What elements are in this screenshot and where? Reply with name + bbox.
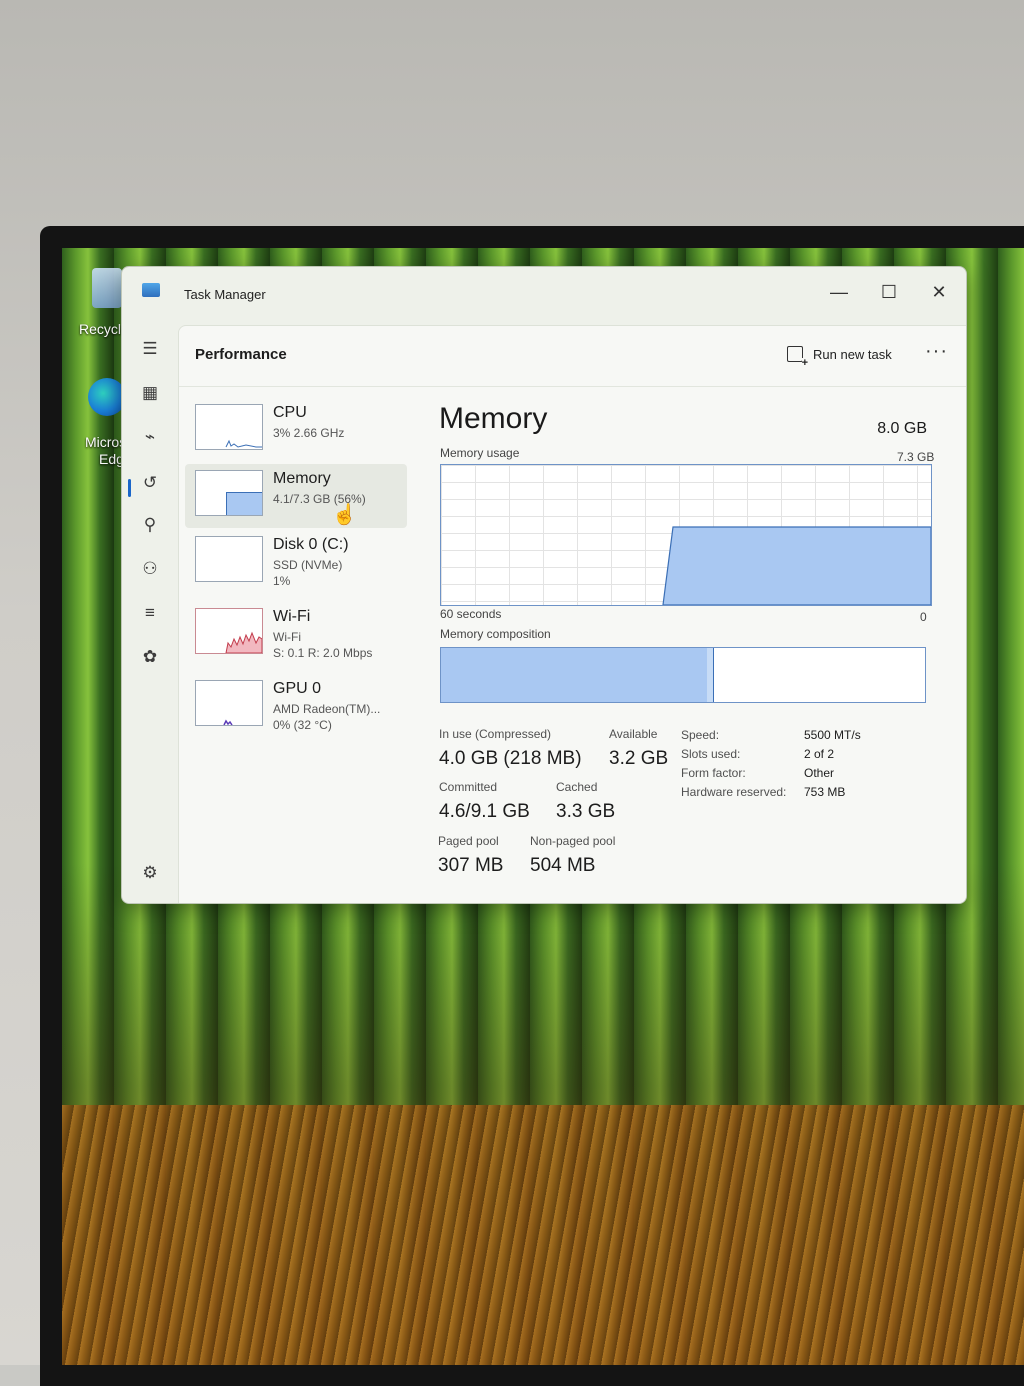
spec-value: 5500 MT/s [804, 728, 861, 742]
cached-label: Cached [556, 780, 598, 794]
header-divider [179, 386, 966, 387]
window-title: Task Manager [184, 287, 266, 302]
paged-pool-label: Paged pool [438, 834, 499, 848]
resource-name: Memory [273, 470, 331, 487]
cpu-sparkline [225, 439, 262, 448]
memory-usage-area [662, 526, 931, 605]
non-paged-pool-label: Non-paged pool [530, 834, 616, 848]
nav-rail: ☰ ▦ ⌁ ↺ ⚲ ⚇ ≡ ✿ ⚙ [122, 319, 178, 903]
memory-thumbnail-graph [195, 470, 263, 516]
spec-value: Other [804, 766, 835, 780]
resource-name: GPU 0 [273, 680, 322, 697]
composition-in-use-fill [441, 648, 708, 702]
committed-value: 4.6/9.1 GB [439, 801, 530, 822]
more-options-button[interactable]: ··· [925, 340, 948, 363]
users-icon[interactable]: ⚇ [136, 555, 164, 583]
nav-active-indicator [128, 479, 131, 497]
resource-wifi[interactable]: Wi-Fi Wi-Fi S: 0.1 R: 2.0 Mbps [185, 602, 407, 666]
memory-composition-bar [440, 647, 926, 703]
memory-usage-label: Memory usage [440, 446, 520, 460]
title-bar[interactable]: Task Manager — ☐ ✕ [122, 267, 966, 319]
cached-value: 3.3 GB [556, 801, 616, 822]
gpu-sparkline [223, 719, 233, 725]
resource-name: Disk 0 (C:) [273, 536, 349, 553]
wallpaper-grass [62, 1105, 1024, 1365]
available-value: 3.2 GB [609, 748, 669, 769]
settings-icon[interactable]: ⚙ [136, 859, 164, 887]
resource-cpu[interactable]: CPU 3% 2.66 GHz [185, 398, 407, 462]
memory-usage-max: 7.3 GB [897, 450, 935, 464]
task-manager-window: Task Manager — ☐ ✕ ☰ ▦ ⌁ ↺ ⚲ ⚇ ≡ ✿ ⚙ Per… [121, 266, 967, 904]
minimize-button[interactable]: — [822, 279, 856, 305]
wifi-sparkline [225, 631, 262, 653]
run-new-task-label: Run new task [813, 347, 892, 362]
maximize-button[interactable]: ☐ [872, 279, 906, 305]
paged-pool-value: 307 MB [438, 855, 504, 876]
resource-name: CPU [273, 404, 307, 421]
spec-label: Speed: [681, 728, 720, 742]
time-axis-end: 0 [920, 610, 927, 624]
committed-label: Committed [439, 780, 498, 794]
spec-value: 2 of 2 [804, 747, 835, 761]
run-task-icon [787, 346, 808, 368]
gpu-thumbnail-graph [195, 680, 263, 726]
page-title: Performance [195, 346, 287, 363]
memory-composition-label: Memory composition [440, 627, 551, 641]
performance-pane: Performance Run new task ··· CPU 3% 2.66… [178, 325, 966, 903]
resource-detail: AMD Radeon(TM)... [273, 702, 381, 716]
processes-icon[interactable]: ▦ [136, 379, 164, 407]
memory-total: 8.0 GB [877, 420, 927, 437]
disk-thumbnail-graph [195, 536, 263, 582]
details-icon[interactable]: ≡ [136, 599, 164, 627]
available-label: Available [609, 727, 658, 741]
resource-detail: SSD (NVMe) [273, 558, 343, 572]
resource-name: Wi-Fi [273, 608, 311, 625]
memory-thumbnail-fill [226, 492, 262, 515]
resource-disk[interactable]: Disk 0 (C:) SSD (NVMe) 1% [185, 530, 407, 594]
spec-label: Hardware reserved: [681, 785, 787, 799]
resource-detail-2: 1% [273, 574, 291, 588]
in-use-value: 4.0 GB (218 MB) [439, 748, 582, 769]
spec-value: 753 MB [804, 785, 846, 799]
in-use-label: In use (Compressed) [439, 727, 552, 741]
memory-usage-graph [440, 464, 932, 606]
close-button[interactable]: ✕ [922, 279, 956, 305]
cpu-thumbnail-graph [195, 404, 263, 450]
resource-detail: 3% 2.66 GHz [273, 426, 345, 440]
wifi-thumbnail-graph [195, 608, 263, 654]
resource-gpu[interactable]: GPU 0 AMD Radeon(TM)... 0% (32 °C) [185, 674, 407, 738]
services-icon[interactable]: ✿ [136, 643, 164, 671]
spec-label: Slots used: [681, 747, 741, 761]
menu-icon[interactable]: ☰ [136, 335, 164, 363]
mouse-cursor-icon: ☝ [332, 504, 357, 526]
task-manager-icon [142, 283, 160, 297]
performance-icon[interactable]: ⌁ [136, 423, 164, 451]
spec-label: Form factor: [681, 766, 746, 780]
recycle-bin-icon[interactable] [92, 268, 122, 308]
resource-detail: Wi-Fi [273, 630, 301, 644]
startup-apps-icon[interactable]: ⚲ [136, 511, 164, 539]
resource-detail-2: 0% (32 °C) [273, 718, 332, 732]
run-new-task-button[interactable]: Run new task [787, 346, 892, 368]
resource-memory[interactable]: Memory 4.1/7.3 GB (56%) [185, 464, 407, 528]
time-axis-label: 60 seconds [440, 607, 502, 621]
memory-heading: Memory [439, 402, 548, 435]
non-paged-pool-value: 504 MB [530, 855, 596, 876]
resource-detail-2: S: 0.1 R: 2.0 Mbps [273, 646, 373, 660]
app-history-icon[interactable]: ↺ [136, 469, 164, 497]
composition-modified-segment [707, 648, 714, 702]
